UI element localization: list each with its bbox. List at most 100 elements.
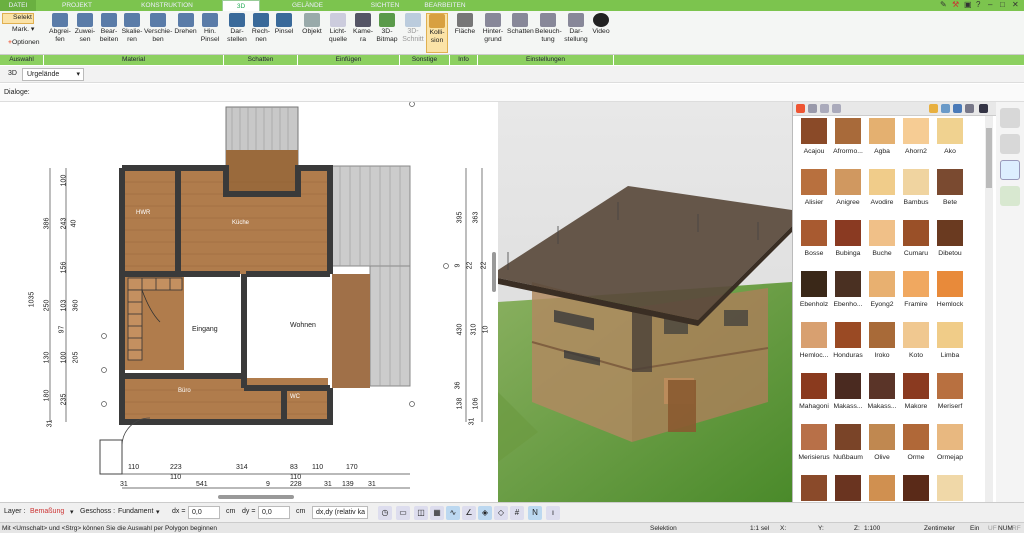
material-swatch[interactable]: Bosse bbox=[797, 220, 831, 270]
optionen-button[interactable]: +Optionen bbox=[2, 39, 44, 50]
rechnen-button[interactable]: Rech- nen bbox=[250, 13, 272, 53]
folder-icon[interactable] bbox=[929, 104, 938, 113]
tab-gelaende[interactable]: GELÄNDE bbox=[260, 0, 355, 11]
schnitt-button[interactable]: 3D- Schnitt bbox=[402, 13, 424, 53]
grid-view-icon[interactable] bbox=[953, 104, 962, 113]
close-icon[interactable]: ✕ bbox=[1012, 1, 1020, 9]
material-swatch[interactable]: Ako bbox=[933, 118, 967, 168]
material-swatch[interactable]: Koto bbox=[899, 322, 933, 372]
material-swatch[interactable]: Makass... bbox=[865, 373, 899, 423]
floor-plan-view[interactable]: HWR Küche Eingang Wohnen Büro WC 100 386… bbox=[0, 102, 498, 502]
material-swatch[interactable]: Orme bbox=[899, 424, 933, 474]
wrench-icon[interactable]: ⚒ bbox=[952, 1, 960, 9]
material-swatch[interactable]: Bubinga bbox=[831, 220, 865, 270]
material-swatch[interactable]: Eyong2 bbox=[865, 271, 899, 321]
abgreifen-button[interactable]: Abgrei- fen bbox=[48, 13, 72, 53]
material-swatch[interactable]: Ebenholz bbox=[797, 271, 831, 321]
tab-konstruktion[interactable]: KONSTRUKTION bbox=[112, 0, 222, 11]
chevron-down-icon[interactable]: ▾ bbox=[70, 508, 74, 516]
material-swatch[interactable]: Bete bbox=[933, 169, 967, 219]
material-swatch[interactable]: Framire bbox=[899, 271, 933, 321]
window-icon[interactable]: ▣ bbox=[964, 1, 972, 9]
chevron-down-icon[interactable]: ▾ bbox=[156, 508, 160, 516]
material-swatch[interactable]: Bambus bbox=[899, 169, 933, 219]
material-palette-icon[interactable] bbox=[1000, 160, 1020, 180]
material-swatch[interactable]: Avodire bbox=[865, 169, 899, 219]
darstellen-button[interactable]: Dar- stellen bbox=[225, 13, 249, 53]
line-snap-icon[interactable]: ∿ bbox=[446, 506, 460, 520]
tab-datei[interactable]: DATEI bbox=[0, 0, 36, 11]
list-view-icon[interactable] bbox=[965, 104, 974, 113]
material-swatch[interactable]: Dibetou bbox=[933, 220, 967, 270]
darstellung-button[interactable]: Dar- stellung bbox=[563, 13, 589, 53]
material-swatch[interactable]: Merisierus bbox=[797, 424, 831, 474]
layer-value[interactable]: Bemaßung bbox=[30, 508, 64, 515]
lichtquelle-button[interactable]: Licht- quelle bbox=[326, 13, 350, 53]
material-swatch[interactable]: Hemlock bbox=[933, 271, 967, 321]
material-swatch[interactable]: Afrormo... bbox=[831, 118, 865, 168]
material-swatch[interactable]: Acajou bbox=[797, 118, 831, 168]
minimize-icon[interactable]: – bbox=[988, 1, 996, 9]
layers-icon[interactable] bbox=[1000, 108, 1020, 128]
dx-input[interactable]: 0,0 bbox=[188, 506, 220, 519]
grid-icon[interactable]: # bbox=[510, 506, 524, 520]
material-swatch[interactable]: Alisier bbox=[797, 169, 831, 219]
material-swatch[interactable]: Makass... bbox=[831, 373, 865, 423]
bearbeiten-button[interactable]: Bear- beiten bbox=[98, 13, 120, 53]
material-swatch[interactable]: Anigree bbox=[831, 169, 865, 219]
material-swatch[interactable]: Iroko bbox=[865, 322, 899, 372]
coord-mode-select[interactable]: dx,dy (relativ ka bbox=[312, 506, 368, 519]
material-scrollbar[interactable] bbox=[985, 116, 993, 502]
drehen-button[interactable]: Drehen bbox=[173, 13, 198, 53]
tab-projekt[interactable]: PROJEKT bbox=[42, 0, 112, 11]
pen-icon[interactable]: ✎ bbox=[940, 1, 948, 9]
mark-button[interactable]: Mark. ▾ bbox=[2, 26, 42, 37]
furniture-icon[interactable] bbox=[1000, 134, 1020, 154]
pinsel-button[interactable]: Pinsel bbox=[273, 13, 295, 53]
material-swatch[interactable]: Buche bbox=[865, 220, 899, 270]
tab-bearbeiten[interactable]: BEARBEITEN bbox=[415, 0, 475, 11]
tab-3d[interactable]: 3D bbox=[222, 0, 260, 11]
objekt-button[interactable]: Objekt bbox=[300, 13, 324, 53]
terrain-select[interactable]: Urgelände ▾ bbox=[22, 68, 84, 81]
material-swatch[interactable]: Meriserf bbox=[933, 373, 967, 423]
geschoss-value[interactable]: Fundament bbox=[118, 508, 153, 515]
material-swatch[interactable]: Honduras bbox=[831, 322, 865, 372]
tab-sichten[interactable]: SICHTEN bbox=[355, 0, 415, 11]
folder-view-icon[interactable] bbox=[941, 104, 950, 113]
plant-icon[interactable] bbox=[1000, 186, 1020, 206]
verschieben-button[interactable]: Verschie- ben bbox=[144, 13, 172, 53]
material-swatch[interactable]: Nußbaum bbox=[831, 424, 865, 474]
material-swatch[interactable]: Ormejap bbox=[933, 424, 967, 474]
material-swatch[interactable]: Mahagoni bbox=[797, 373, 831, 423]
selekt-button[interactable]: Selekt bbox=[2, 13, 34, 24]
filter-icon[interactable] bbox=[820, 104, 829, 113]
pin-icon[interactable] bbox=[796, 104, 805, 113]
schatten-button[interactable]: Schatten bbox=[507, 13, 534, 53]
maximize-icon[interactable]: □ bbox=[1000, 1, 1008, 9]
material-swatch[interactable]: Makore bbox=[899, 373, 933, 423]
funnel-icon[interactable] bbox=[979, 104, 988, 113]
hintergrund-button[interactable]: Hinter- grund bbox=[480, 13, 506, 53]
material-swatch[interactable]: Ahorn2 bbox=[899, 118, 933, 168]
video-button[interactable]: Video bbox=[590, 13, 612, 53]
material-swatch[interactable]: Agba bbox=[865, 118, 899, 168]
flaeche-button[interactable]: Fläche bbox=[453, 13, 477, 53]
material-swatch[interactable]: Olive bbox=[865, 424, 899, 474]
dy-input[interactable]: 0,0 bbox=[258, 506, 290, 519]
monitor-icon[interactable]: ▭ bbox=[396, 506, 410, 520]
material-swatch[interactable]: Cumaru bbox=[899, 220, 933, 270]
zuweisen-button[interactable]: Zuwei- sen bbox=[74, 13, 96, 53]
vertical-scrollbar[interactable] bbox=[492, 252, 496, 292]
north-icon[interactable]: N bbox=[528, 506, 542, 520]
3d-scene[interactable] bbox=[498, 102, 792, 502]
snap-icon[interactable]: ◫ bbox=[414, 506, 428, 520]
material-swatch[interactable]: Ebenho... bbox=[831, 271, 865, 321]
layer-3d-icon[interactable]: ◇ bbox=[494, 506, 508, 520]
kollision-button[interactable]: Kolli- sion bbox=[426, 13, 448, 53]
material-swatch[interactable]: Limba bbox=[933, 322, 967, 372]
help-icon[interactable]: ? bbox=[976, 1, 984, 9]
bitmap-button[interactable]: 3D- Bitmap bbox=[376, 13, 398, 53]
clock-icon[interactable]: ◷ bbox=[378, 506, 392, 520]
search-icon[interactable] bbox=[808, 104, 817, 113]
